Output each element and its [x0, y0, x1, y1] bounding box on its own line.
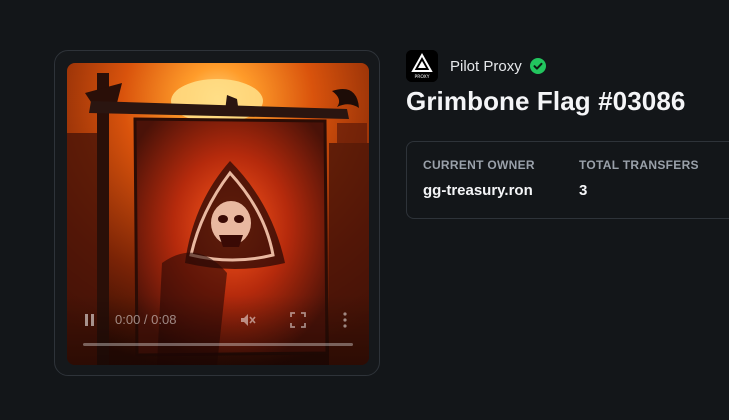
transfers-section: TOTAL TRANSFERS 3 [579, 158, 699, 199]
fullscreen-icon[interactable] [289, 311, 307, 329]
more-options-icon[interactable] [341, 311, 349, 329]
nft-detail-page: 0:00 / 0:08 PROXY Pilot Proxy Grimbone F… [0, 0, 729, 420]
nft-video[interactable]: 0:00 / 0:08 [67, 63, 369, 365]
collection-logo-text: PROXY [415, 74, 430, 80]
collection-name[interactable]: Pilot Proxy [450, 58, 522, 75]
mute-icon[interactable] [239, 311, 257, 329]
video-controls: 0:00 / 0:08 [67, 295, 369, 365]
owner-value[interactable]: gg-treasury.ron [423, 182, 535, 199]
transfers-label: TOTAL TRANSFERS [579, 158, 699, 172]
collection-row: PROXY Pilot Proxy [406, 50, 546, 82]
transfers-value: 3 [579, 182, 588, 199]
owner-label: CURRENT OWNER [423, 158, 535, 172]
video-time: 0:00 / 0:08 [115, 312, 177, 327]
ownership-details: CURRENT OWNER gg-treasury.ron TOTAL TRAN… [406, 141, 729, 219]
collection-logo[interactable]: PROXY [406, 50, 438, 82]
media-card: 0:00 / 0:08 [54, 50, 380, 376]
verified-check-icon [529, 58, 546, 74]
pause-icon[interactable] [83, 313, 97, 327]
video-progress-bar[interactable] [83, 343, 353, 346]
nft-title: Grimbone Flag #03086 [406, 86, 686, 116]
owner-section: CURRENT OWNER gg-treasury.ron [423, 158, 535, 199]
